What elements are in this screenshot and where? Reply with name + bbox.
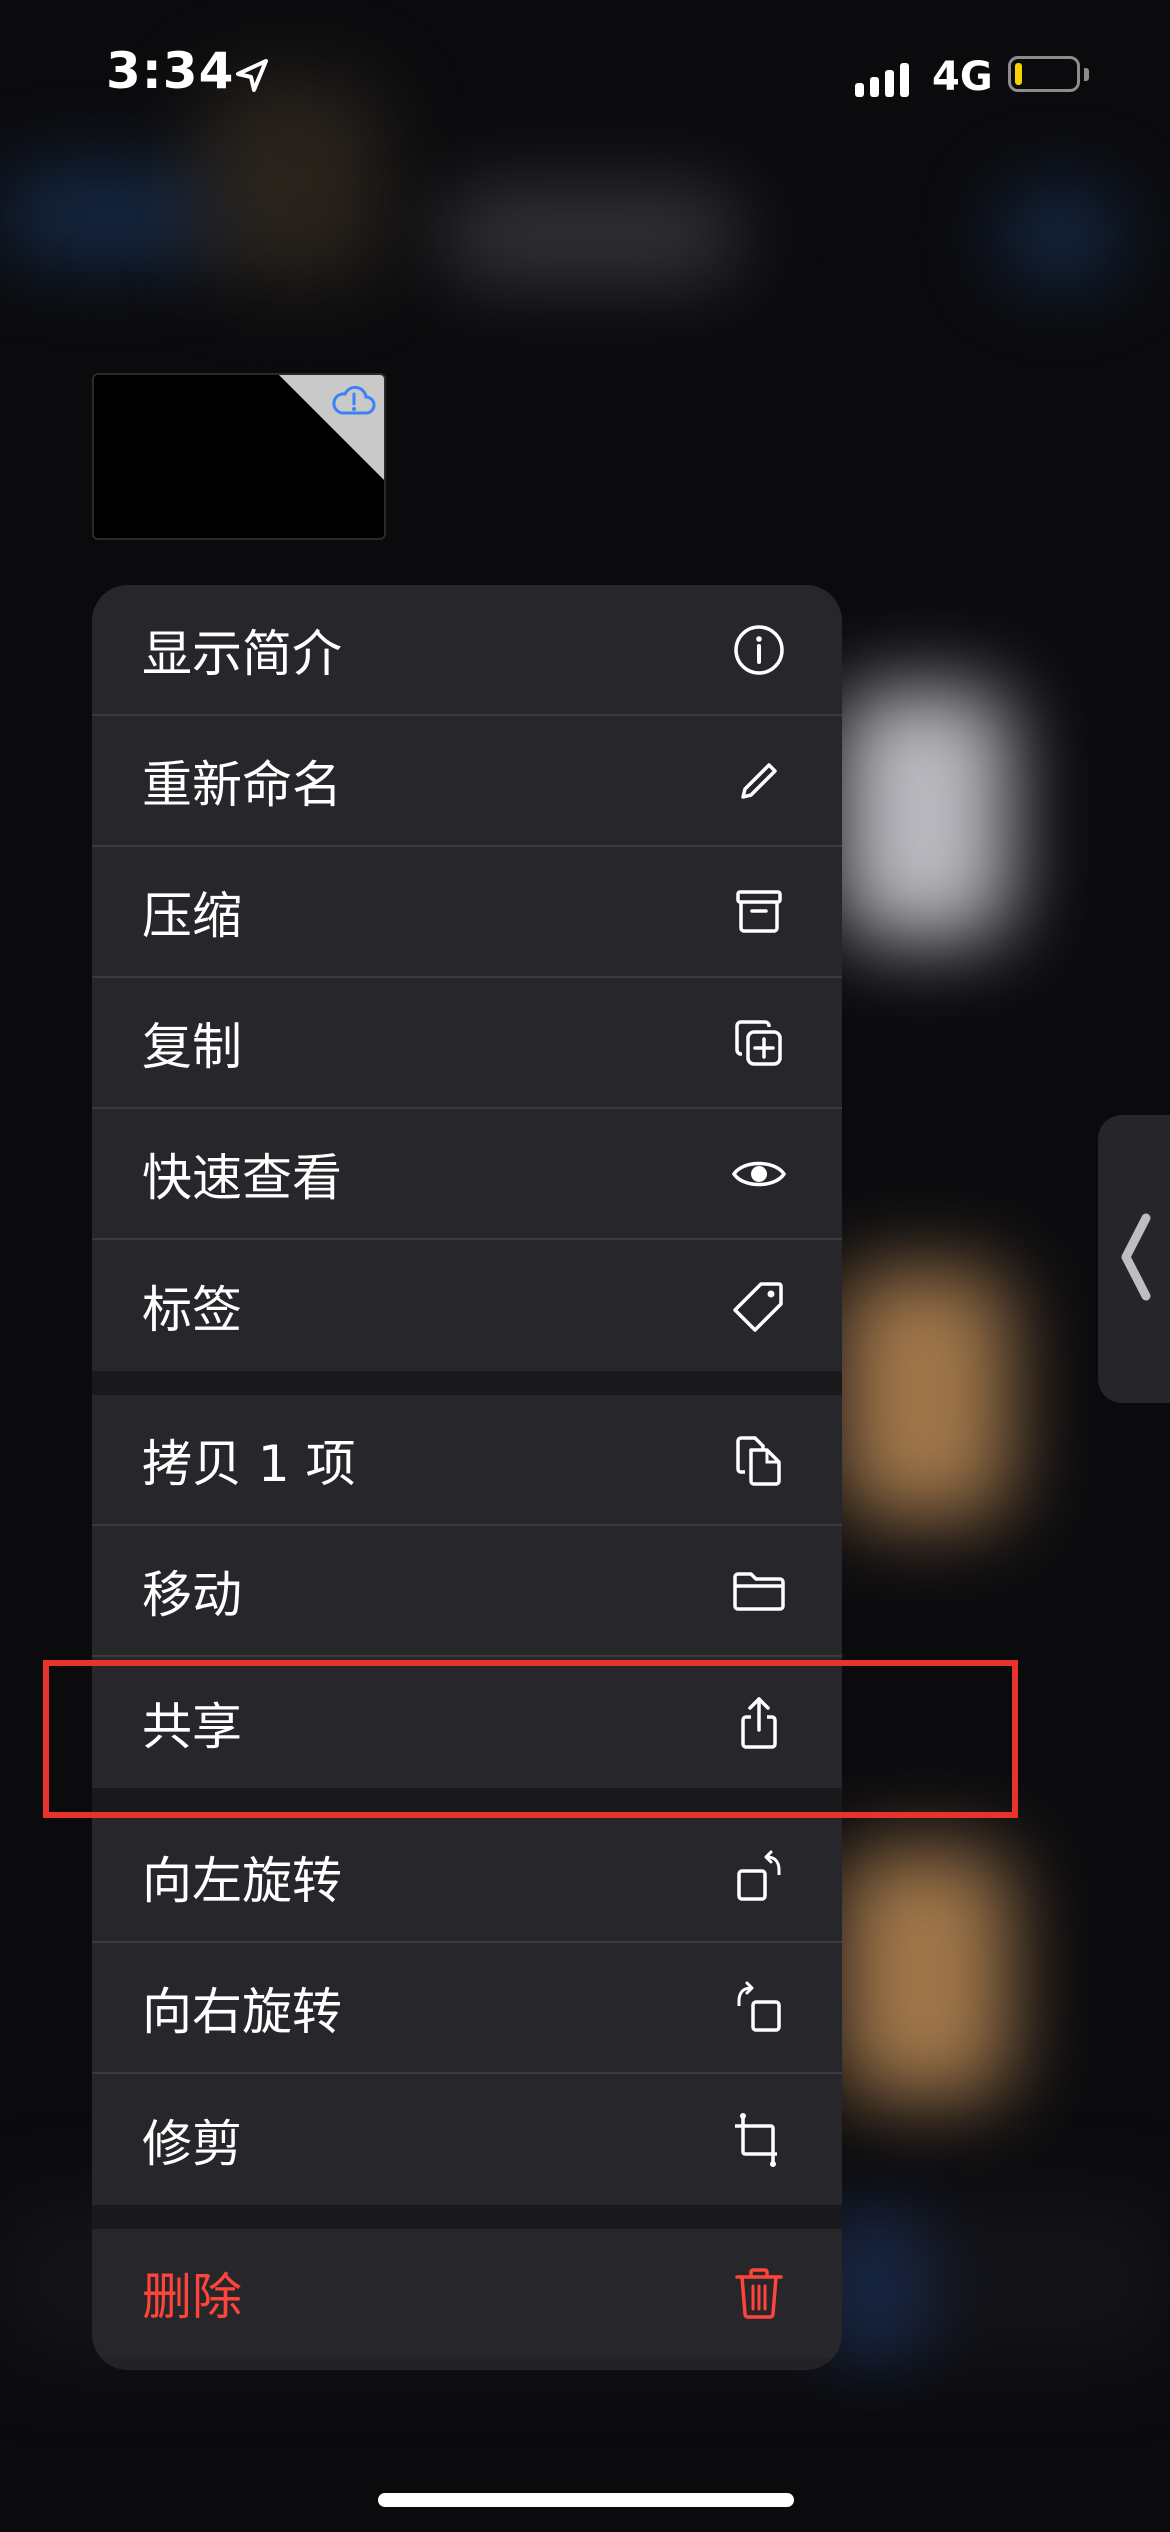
menu-item-label: 向右旋转 bbox=[142, 1982, 342, 2041]
context-menu: 显示简介 重新命名 压缩 复制 快速查看 标签 拷贝 1 项 移动 共享 向左旋… bbox=[92, 585, 842, 2370]
menu-group-separator bbox=[92, 1371, 842, 1395]
menu-item-label: 拷贝 1 项 bbox=[142, 1434, 356, 1493]
status-bar: 3:34 4G bbox=[0, 0, 1170, 150]
menu-item-label: 压缩 bbox=[142, 886, 242, 945]
highlight-box bbox=[43, 1660, 1018, 1818]
menu-item-label: 显示简介 bbox=[142, 624, 342, 683]
menu-item-compress[interactable]: 压缩 bbox=[92, 847, 842, 978]
bg-blur-shape bbox=[1000, 190, 1120, 280]
home-indicator[interactable] bbox=[378, 2493, 794, 2507]
menu-item-rename[interactable]: 重新命名 bbox=[92, 716, 842, 847]
battery-icon bbox=[1008, 56, 1080, 92]
chevron-left-icon bbox=[1121, 1213, 1151, 1301]
folder-icon bbox=[731, 1563, 787, 1619]
menu-group-edit: 向左旋转 向右旋转 修剪 bbox=[92, 1812, 842, 2205]
copy-documents-icon bbox=[731, 1432, 787, 1488]
bg-blur-shape bbox=[840, 690, 1010, 940]
menu-item-label: 向左旋转 bbox=[142, 1851, 342, 1910]
location-arrow-icon bbox=[236, 59, 268, 92]
menu-item-tags[interactable]: 标签 bbox=[92, 1240, 842, 1371]
menu-group-info: 显示简介 重新命名 压缩 复制 快速查看 标签 bbox=[92, 585, 842, 1371]
bg-blur-shape bbox=[440, 190, 740, 280]
battery-level bbox=[1015, 63, 1022, 85]
rotate-right-icon bbox=[731, 1980, 787, 2036]
bg-blur-shape bbox=[0, 170, 220, 260]
file-thumbnail[interactable] bbox=[92, 373, 386, 540]
crop-icon bbox=[731, 2112, 787, 2168]
bg-blur-shape bbox=[840, 1270, 1010, 1520]
menu-item-label: 删除 bbox=[142, 2268, 242, 2326]
bg-blur-shape bbox=[840, 1850, 1010, 2100]
menu-item-label: 移动 bbox=[142, 1565, 242, 1624]
menu-item-duplicate[interactable]: 复制 bbox=[92, 978, 842, 1109]
tag-icon bbox=[731, 1278, 787, 1334]
menu-item-move[interactable]: 移动 bbox=[92, 1526, 842, 1657]
menu-item-label: 快速查看 bbox=[142, 1148, 342, 1207]
menu-item-label: 重新命名 bbox=[142, 755, 342, 814]
menu-item-get-info[interactable]: 显示简介 bbox=[92, 585, 842, 716]
trash-icon bbox=[731, 2265, 787, 2321]
menu-item-label: 修剪 bbox=[142, 2114, 242, 2173]
menu-item-label: 复制 bbox=[142, 1017, 242, 1076]
menu-item-label: 标签 bbox=[142, 1280, 242, 1339]
menu-item-rotate-right[interactable]: 向右旋转 bbox=[92, 1943, 842, 2074]
battery-tip bbox=[1084, 68, 1089, 81]
cellular-signal-icon bbox=[855, 57, 915, 97]
rotate-left-icon bbox=[731, 1849, 787, 1905]
network-type: 4G bbox=[932, 54, 993, 100]
icloud-warning-icon bbox=[332, 385, 376, 415]
pencil-icon bbox=[731, 753, 787, 809]
menu-item-rotate-left[interactable]: 向左旋转 bbox=[92, 1812, 842, 1943]
info-icon bbox=[731, 622, 787, 678]
menu-item-delete[interactable]: 删除 bbox=[92, 2229, 842, 2357]
duplicate-plus-icon bbox=[731, 1015, 787, 1071]
status-time: 3:34 bbox=[106, 42, 235, 100]
menu-item-copy[interactable]: 拷贝 1 项 bbox=[92, 1395, 842, 1526]
menu-item-quick-look[interactable]: 快速查看 bbox=[92, 1109, 842, 1240]
archive-box-icon bbox=[731, 884, 787, 940]
eye-icon bbox=[731, 1146, 787, 1202]
menu-group-delete: 删除 bbox=[92, 2229, 842, 2357]
menu-group-separator bbox=[92, 2205, 842, 2229]
menu-item-crop[interactable]: 修剪 bbox=[92, 2074, 842, 2205]
